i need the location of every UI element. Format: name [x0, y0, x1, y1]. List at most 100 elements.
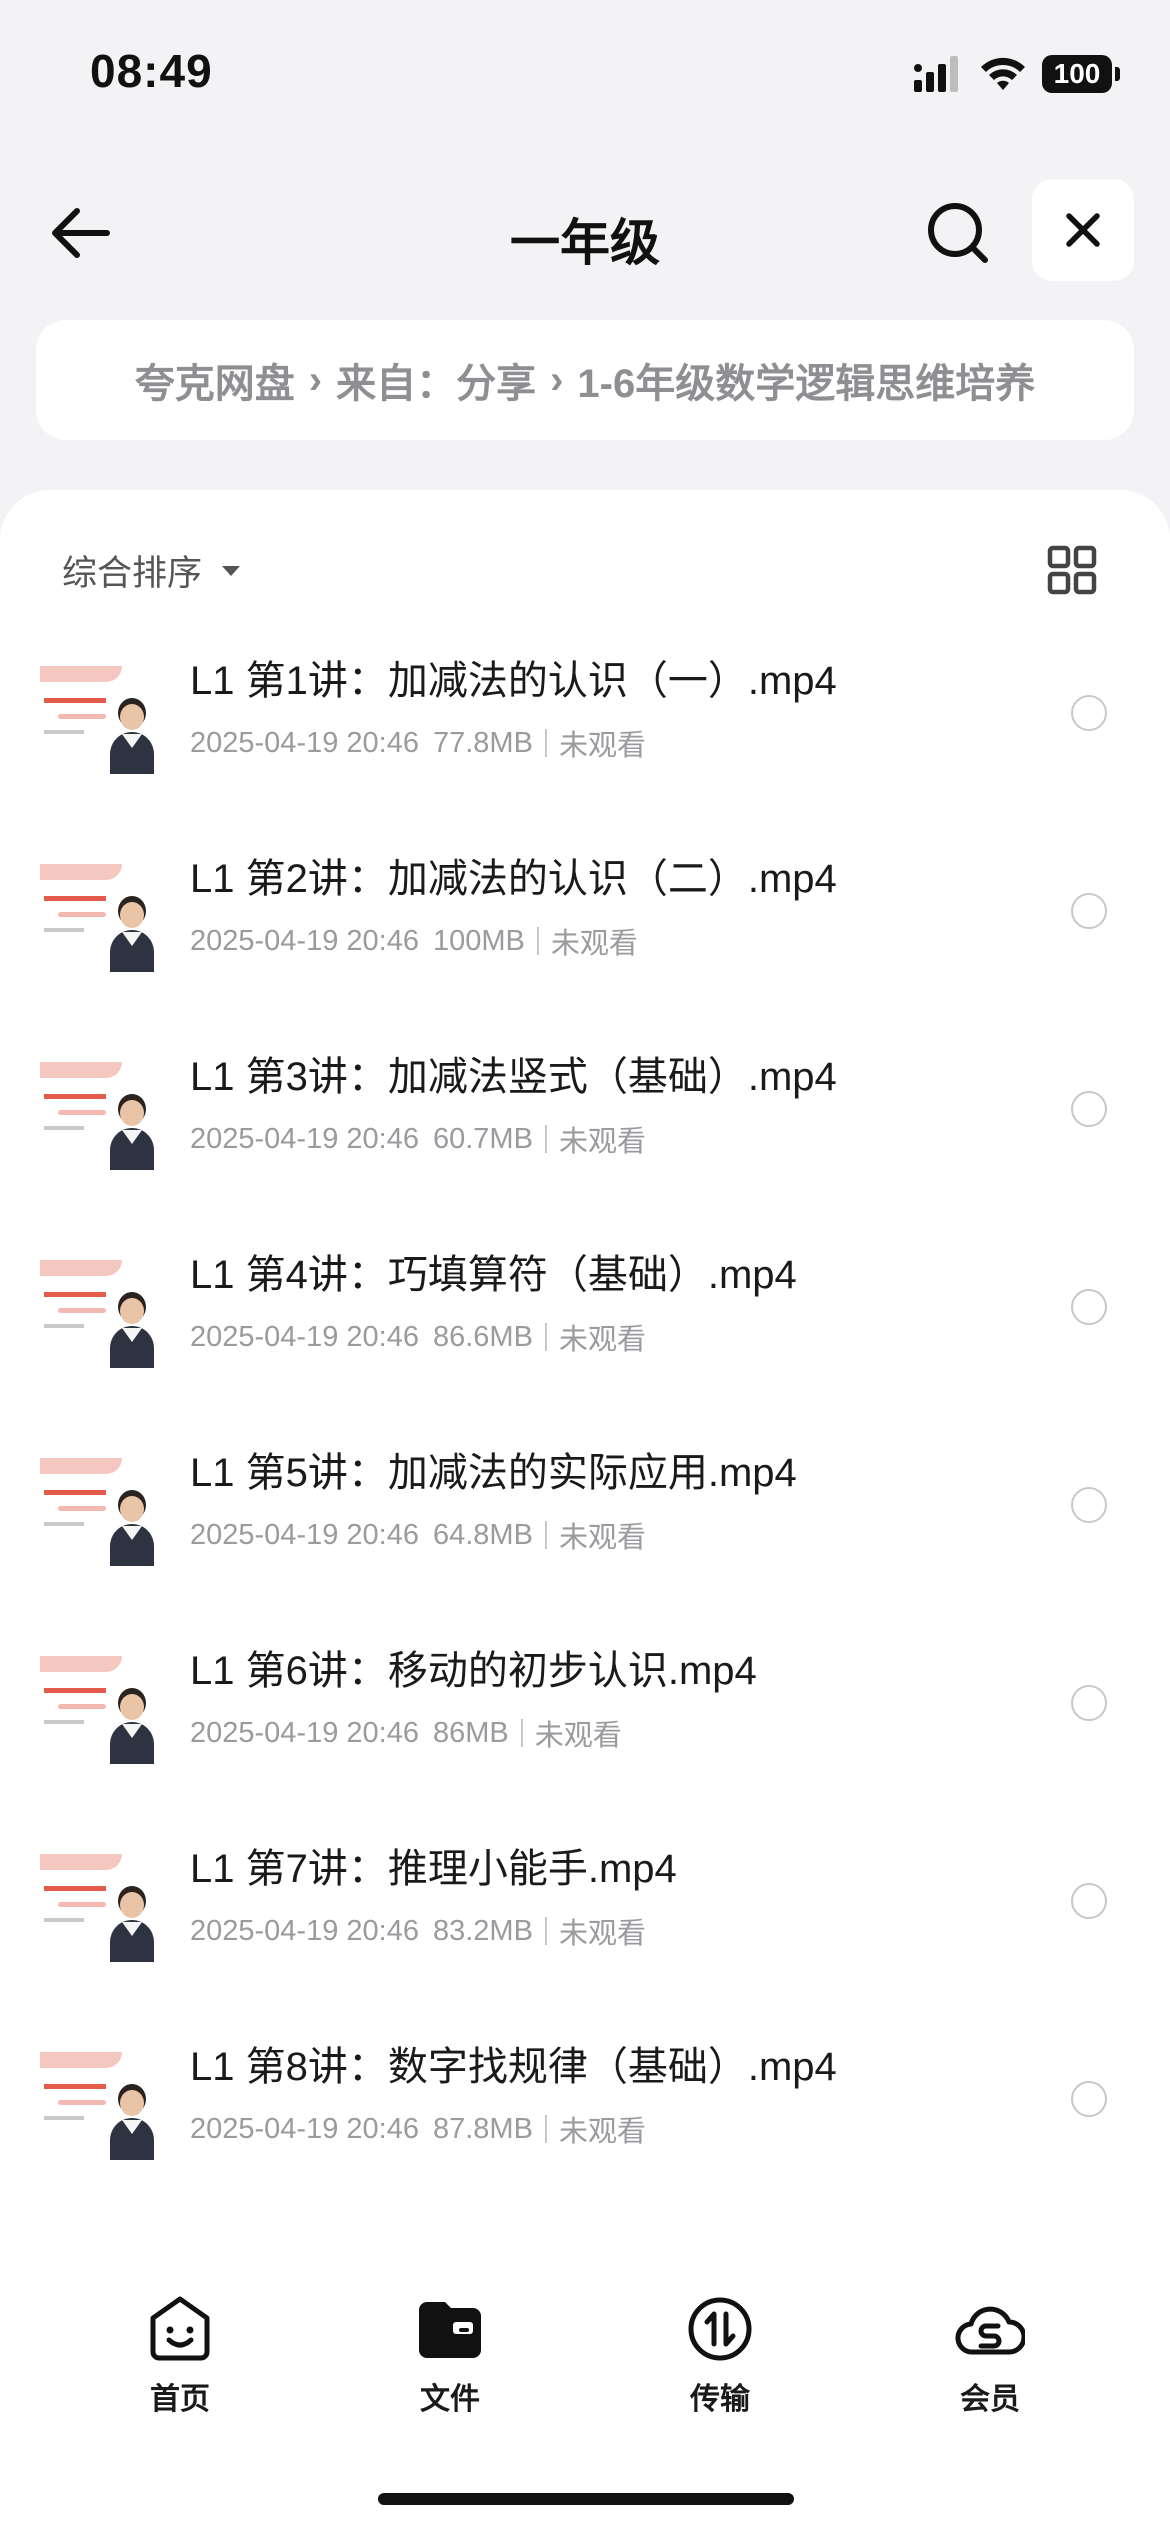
- watch-status: 未观看: [558, 1324, 646, 1356]
- header: 一年级: [0, 175, 1170, 285]
- meta-divider: [544, 2115, 547, 2143]
- search-button[interactable]: [918, 193, 998, 273]
- select-radio[interactable]: [1071, 893, 1107, 929]
- file-meta: 2025-04-19 20:46 87.8MB 未观看: [190, 2108, 646, 2150]
- transfer-icon: [688, 2297, 752, 2361]
- meta-divider: [544, 729, 547, 757]
- video-thumbnail: [40, 1056, 154, 1170]
- select-radio[interactable]: [1071, 2081, 1107, 2117]
- tab-home-label: 首页: [150, 2383, 210, 2416]
- file-size: 86MB: [432, 1716, 509, 1749]
- chevron-right-icon: ›: [550, 357, 564, 402]
- file-row[interactable]: L1 第6讲：移动的初步认识.mp4 2025-04-19 20:46 86MB 未观…: [0, 1649, 1170, 1848]
- watch-status: 未观看: [558, 1522, 646, 1554]
- tab-files[interactable]: 文件: [370, 2294, 530, 2418]
- file-row[interactable]: L1 第1讲：加减法的认识（一）.mp4 2025-04-19 20:46 77.8…: [0, 659, 1170, 858]
- file-meta: 2025-04-19 20:46 100MB 未观看: [190, 920, 638, 962]
- select-radio[interactable]: [1071, 1289, 1107, 1325]
- file-size: 87.8MB: [432, 2112, 533, 2145]
- file-date: 2025-04-19 20:46: [190, 924, 419, 957]
- file-size: 100MB: [432, 924, 525, 957]
- video-thumbnail: [40, 1254, 154, 1368]
- file-date: 2025-04-19 20:46: [190, 1518, 419, 1551]
- screen: 08:49 100 一年级 夸克网盘 › 来自：分享 › 1-6年级数学逻辑思维…: [0, 0, 1170, 2532]
- video-thumbnail: [40, 1650, 154, 1764]
- list-fade: [0, 2215, 1170, 2275]
- watch-status: 未观看: [558, 730, 646, 762]
- watch-status: 未观看: [534, 1720, 622, 1752]
- meta-divider: [520, 1719, 523, 1747]
- file-list-panel: 综合排序 L1 第1讲：加减法的认识（一）.mp4 2025-04-19 20:4…: [0, 490, 1170, 2532]
- status-time: 08:49: [90, 45, 213, 97]
- status-icons: 100: [912, 52, 1120, 96]
- file-name: L1 第8讲：数字找规律（基础）.mp4: [190, 2045, 837, 2089]
- file-row[interactable]: L1 第3讲：加减法竖式（基础）.mp4 2025-04-19 20:46 60.7…: [0, 1055, 1170, 1254]
- wifi-icon: [981, 57, 1025, 90]
- breadcrumb: 夸克网盘 › 来自：分享 › 1-6年级数学逻辑思维培养: [36, 320, 1134, 440]
- file-date: 2025-04-19 20:46: [190, 1914, 419, 1947]
- file-size: 64.8MB: [432, 1518, 533, 1551]
- select-radio[interactable]: [1071, 1091, 1107, 1127]
- file-meta: 2025-04-19 20:46 86.6MB 未观看: [190, 1316, 646, 1358]
- grid-view-button[interactable]: [1042, 540, 1102, 600]
- tab-files-label: 文件: [420, 2383, 480, 2416]
- folder-icon: [419, 2302, 481, 2358]
- search-icon: [928, 203, 988, 263]
- file-meta: 2025-04-19 20:46 77.8MB 未观看: [190, 722, 646, 764]
- breadcrumb-item-root[interactable]: 夸克网盘: [135, 351, 295, 409]
- sort-label: 综合排序: [62, 554, 203, 593]
- select-radio[interactable]: [1071, 1487, 1107, 1523]
- watch-status: 未观看: [550, 928, 638, 960]
- file-row[interactable]: L1 第7讲：推理小能手.mp4 2025-04-19 20:46 83.2MB 未观…: [0, 1847, 1170, 2046]
- file-row[interactable]: L1 第5讲：加减法的实际应用.mp4 2025-04-19 20:46 64.8M…: [0, 1451, 1170, 1650]
- battery-level: 100: [1042, 55, 1112, 93]
- file-date: 2025-04-19 20:46: [190, 1122, 419, 1155]
- file-name: L1 第4讲：巧填算符（基础）.mp4: [190, 1253, 797, 1297]
- file-size: 77.8MB: [432, 726, 533, 759]
- meta-divider: [536, 927, 539, 955]
- video-thumbnail: [40, 660, 154, 774]
- file-name: L1 第6讲：移动的初步认识.mp4: [190, 1649, 757, 1693]
- breadcrumb-item-folder[interactable]: 1-6年级数学逻辑思维培养: [577, 351, 1035, 409]
- watch-status: 未观看: [558, 1126, 646, 1158]
- select-radio[interactable]: [1071, 1883, 1107, 1919]
- watch-status: 未观看: [558, 2116, 646, 2148]
- close-icon: [1066, 213, 1100, 247]
- close-button[interactable]: [1032, 179, 1134, 281]
- file-row[interactable]: L1 第4讲：巧填算符（基础）.mp4 2025-04-19 20:46 86.6M…: [0, 1253, 1170, 1452]
- meta-divider: [544, 1917, 547, 1945]
- cellular-signal-icon: [914, 56, 958, 92]
- video-thumbnail: [40, 1848, 154, 1962]
- sort-dropdown[interactable]: 综合排序: [62, 545, 242, 596]
- file-size: 83.2MB: [432, 1914, 533, 1947]
- file-meta: 2025-04-19 20:46 64.8MB 未观看: [190, 1514, 646, 1556]
- file-row[interactable]: L1 第2讲：加减法的认识（二）.mp4 2025-04-19 20:46 100M…: [0, 857, 1170, 1056]
- smiley-home-icon: [150, 2296, 210, 2361]
- file-size: 60.7MB: [432, 1122, 533, 1155]
- tab-member[interactable]: 会员: [910, 2294, 1070, 2418]
- video-thumbnail: [40, 1452, 154, 1566]
- meta-divider: [544, 1323, 547, 1351]
- file-date: 2025-04-19 20:46: [190, 1716, 419, 1749]
- home-indicator: [378, 2493, 794, 2505]
- chevron-right-icon: ›: [308, 357, 323, 402]
- breadcrumb-item-share[interactable]: 来自：分享: [336, 351, 536, 409]
- grid-view-icon: [1047, 545, 1097, 595]
- video-thumbnail: [40, 2046, 154, 2160]
- select-radio[interactable]: [1071, 695, 1107, 731]
- file-name: L1 第2讲：加减法的认识（二）.mp4: [190, 857, 837, 901]
- file-size: 86.6MB: [432, 1320, 533, 1353]
- tab-member-label: 会员: [960, 2383, 1020, 2416]
- meta-divider: [544, 1521, 547, 1549]
- tab-transfer[interactable]: 传输: [640, 2294, 800, 2418]
- sort-toolbar: 综合排序: [0, 520, 1170, 620]
- file-name: L1 第3讲：加减法竖式（基础）.mp4: [190, 1055, 837, 1099]
- file-meta: 2025-04-19 20:46 60.7MB 未观看: [190, 1118, 646, 1160]
- tab-transfer-label: 传输: [690, 2383, 750, 2416]
- meta-divider: [544, 1125, 547, 1153]
- tab-home[interactable]: 首页: [100, 2294, 260, 2418]
- file-list: L1 第1讲：加减法的认识（一）.mp4 2025-04-19 20:46 77.8…: [0, 659, 1170, 2244]
- status-bar: 08:49 100: [0, 0, 1170, 150]
- select-radio[interactable]: [1071, 1685, 1107, 1721]
- caret-down-icon: [222, 565, 241, 576]
